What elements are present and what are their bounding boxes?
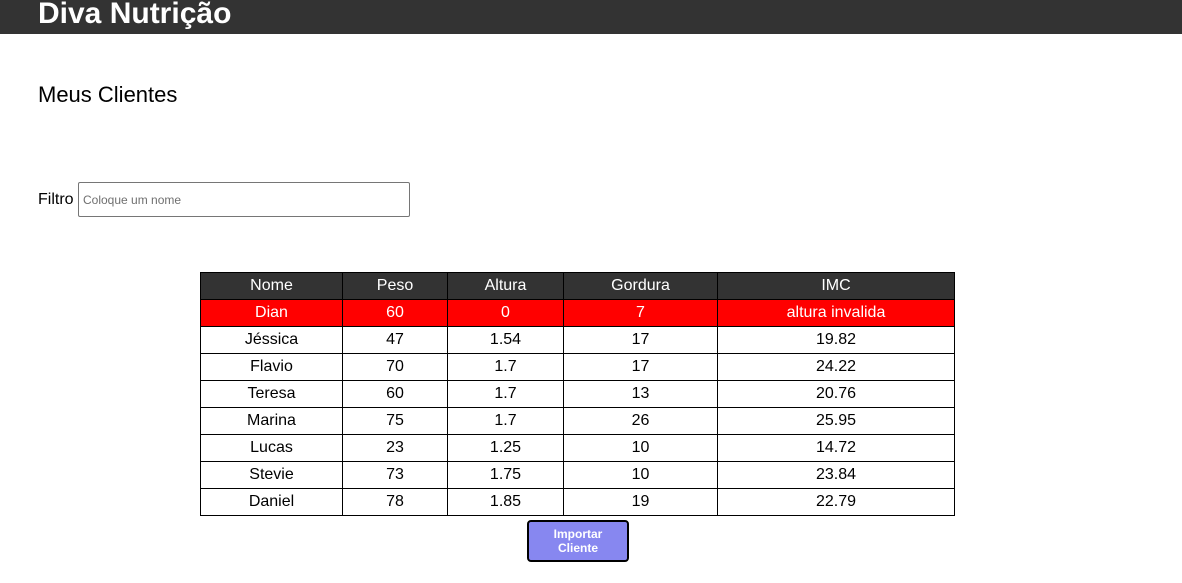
column-header-imc: IMC [717, 272, 955, 300]
clients-table: Nome Peso Altura Gordura IMC Dian 60 0 7… [200, 272, 955, 516]
cell-nome: Dian [200, 299, 343, 327]
cell-altura: 1.54 [447, 326, 564, 354]
cell-imc: 25.95 [717, 407, 955, 435]
cell-gordura: 17 [563, 326, 718, 354]
table-row[interactable]: Marina 75 1.7 26 25.95 [200, 407, 955, 435]
cell-gordura: 19 [563, 488, 718, 516]
table-row[interactable]: Flavio 70 1.7 17 24.22 [200, 353, 955, 381]
table-row[interactable]: Lucas 23 1.25 10 14.72 [200, 434, 955, 462]
cell-imc: 14.72 [717, 434, 955, 462]
table-row[interactable]: Teresa 60 1.7 13 20.76 [200, 380, 955, 408]
column-header-peso: Peso [342, 272, 448, 300]
cell-peso: 47 [342, 326, 448, 354]
header-row: Nome Peso Altura Gordura IMC [200, 272, 955, 300]
cell-altura: 1.7 [447, 353, 564, 381]
cell-nome: Marina [200, 407, 343, 435]
cell-imc: 23.84 [717, 461, 955, 489]
cell-imc: 19.82 [717, 326, 955, 354]
cell-imc: 24.22 [717, 353, 955, 381]
column-header-nome: Nome [200, 272, 343, 300]
cell-peso: 70 [342, 353, 448, 381]
cell-nome: Daniel [200, 488, 343, 516]
cell-peso: 78 [342, 488, 448, 516]
cell-peso: 60 [342, 299, 448, 327]
table-body: Dian 60 0 7 altura invalida Jéssica 47 1… [200, 299, 955, 516]
cell-altura: 1.7 [447, 407, 564, 435]
app-header: Diva Nutrição [0, 0, 1182, 34]
filter-input[interactable] [78, 182, 410, 217]
import-client-button[interactable]: Importar Cliente [527, 520, 629, 562]
cell-altura: 1.75 [447, 461, 564, 489]
cell-gordura: 17 [563, 353, 718, 381]
cell-peso: 75 [342, 407, 448, 435]
cell-peso: 60 [342, 380, 448, 408]
cell-nome: Flavio [200, 353, 343, 381]
cell-altura: 1.25 [447, 434, 564, 462]
cell-altura: 1.7 [447, 380, 564, 408]
page-title: Meus Clientes [38, 82, 178, 107]
table-row[interactable]: Jéssica 47 1.54 17 19.82 [200, 326, 955, 354]
table-row[interactable]: Stevie 73 1.75 10 23.84 [200, 461, 955, 489]
cell-altura: 1.85 [447, 488, 564, 516]
cell-nome: Lucas [200, 434, 343, 462]
table-row[interactable]: Daniel 78 1.85 19 22.79 [200, 488, 955, 516]
column-header-altura: Altura [447, 272, 564, 300]
cell-imc: 20.76 [717, 380, 955, 408]
cell-nome: Jéssica [200, 326, 343, 354]
cell-nome: Teresa [200, 380, 343, 408]
cell-gordura: 13 [563, 380, 718, 408]
table-row[interactable]: Dian 60 0 7 altura invalida [200, 299, 955, 327]
cell-nome: Stevie [200, 461, 343, 489]
cell-peso: 73 [342, 461, 448, 489]
table-header: Nome Peso Altura Gordura IMC [200, 272, 955, 300]
filter-label: Filtro [38, 191, 74, 208]
app-title: Diva Nutrição [38, 0, 232, 30]
cell-gordura: 26 [563, 407, 718, 435]
cell-imc: 22.79 [717, 488, 955, 516]
cell-peso: 23 [342, 434, 448, 462]
cell-altura: 0 [447, 299, 564, 327]
cell-gordura: 10 [563, 461, 718, 489]
cell-imc: altura invalida [717, 299, 955, 327]
column-header-gordura: Gordura [563, 272, 718, 300]
cell-gordura: 10 [563, 434, 718, 462]
cell-gordura: 7 [563, 299, 718, 327]
